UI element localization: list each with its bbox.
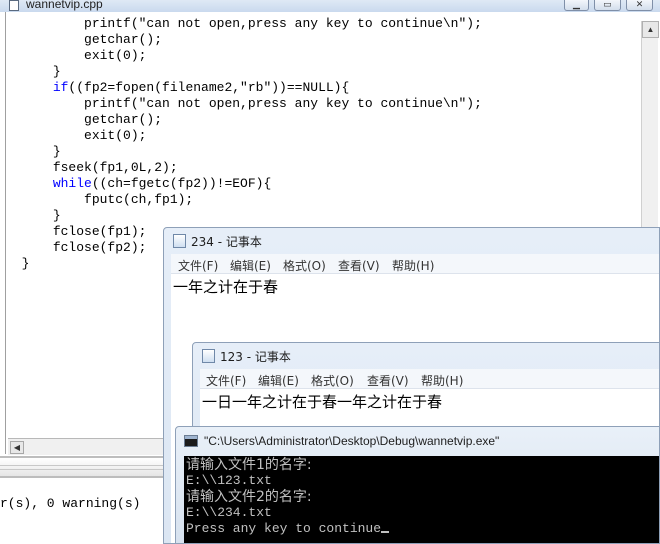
menu-help[interactable]: 帮助(H) <box>392 257 434 274</box>
notepad-123-titlebar[interactable]: 123 - 记事本 <box>193 343 659 369</box>
build-output-message: r(s), 0 warning(s) <box>0 496 141 511</box>
code-text: fclose(fp1); <box>52 224 147 239</box>
console-window[interactable]: "C:\Users\Administrator\Desktop\Debug\wa… <box>175 426 660 544</box>
close-button[interactable]: ✕ <box>626 0 653 11</box>
menu-file[interactable]: 文件(F) <box>206 372 246 389</box>
notepad-icon <box>173 234 186 248</box>
horizontal-scrollbar[interactable]: ◀ <box>8 438 168 455</box>
code-text: fseek(fp1,0L,2); <box>52 160 178 175</box>
notepad-234-content: 一年之计在于春 <box>173 278 279 296</box>
minimize-button[interactable]: ▁ <box>564 0 589 11</box>
menu-file[interactable]: 文件(F) <box>178 257 218 274</box>
notepad-234-title: 234 - 记事本 <box>191 235 262 249</box>
cpp-file-icon <box>9 0 19 11</box>
code-line: while((ch=fgetc(fp2))!=EOF){ <box>6 176 482 192</box>
code-line: printf("can not open,press any key to co… <box>6 16 482 32</box>
code-text: ((fp2=fopen(filename2,"rb"))==NULL){ <box>68 80 350 95</box>
notepad-123-menubar: 文件(F) 编辑(E) 格式(O) 查看(V) 帮助(H) <box>200 369 659 389</box>
code-keyword: if <box>52 80 69 95</box>
menu-format[interactable]: 格式(O) <box>311 372 354 389</box>
code-text: getchar(); <box>84 112 163 127</box>
build-output-pane: r(s), 0 warning(s) <box>0 478 170 544</box>
notepad-234-menubar: 文件(F) 编辑(E) 格式(O) 查看(V) 帮助(H) <box>171 254 659 274</box>
output-pane-splitter[interactable] <box>0 456 170 478</box>
notepad-123-title: 123 - 记事本 <box>220 350 291 364</box>
notepad-123-content: 一日一年之计在于春一年之计在于春 <box>202 393 443 411</box>
console-output: 请输入文件1的名字: E:\\123.txt 请输入文件2的名字: E:\\234.t… <box>186 457 390 537</box>
notepad-icon <box>202 349 215 363</box>
console-title: "C:\Users\Administrator\Desktop\Debug\wa… <box>204 434 500 448</box>
maximize-button[interactable]: ▭ <box>594 0 621 11</box>
console-line: Press any key to continue <box>186 521 390 537</box>
console-cursor <box>381 531 390 533</box>
menu-edit[interactable]: 编辑(E) <box>258 372 299 389</box>
code-text: } <box>52 208 61 223</box>
ide-title: wannetvip.cpp <box>26 0 103 11</box>
code-line: fputc(ch,fp1); <box>6 192 482 208</box>
code-line: fseek(fp1,0L,2); <box>6 160 482 176</box>
console-screen[interactable]: 请输入文件1的名字: E:\\123.txt 请输入文件2的名字: E:\\234.t… <box>184 456 659 543</box>
menu-format[interactable]: 格式(O) <box>283 257 326 274</box>
code-text: printf("can not open,press any key to co… <box>84 16 482 31</box>
code-text: printf("can not open,press any key to co… <box>84 96 482 111</box>
code-text: } <box>52 64 61 79</box>
menu-edit[interactable]: 编辑(E) <box>230 257 271 274</box>
code-text: } <box>52 144 61 159</box>
code-text: exit(0); <box>84 48 147 63</box>
code-text: exit(0); <box>84 128 147 143</box>
code-line: getchar(); <box>6 32 482 48</box>
code-text: } <box>21 256 30 271</box>
code-text: fclose(fp2); <box>52 240 147 255</box>
code-line: } <box>6 144 482 160</box>
menu-help[interactable]: 帮助(H) <box>421 372 463 389</box>
code-text: fputc(ch,fp1); <box>84 192 194 207</box>
code-line: printf("can not open,press any key to co… <box>6 96 482 112</box>
console-line: 请输入文件2的名字: <box>186 489 312 505</box>
scroll-up-arrow-icon[interactable]: ▲ <box>642 21 659 38</box>
code-text: getchar(); <box>84 32 163 47</box>
menu-view[interactable]: 查看(V) <box>367 372 409 389</box>
console-line: E:\\123.txt <box>186 473 272 488</box>
code-line: } <box>6 208 482 224</box>
code-line: exit(0); <box>6 48 482 64</box>
scroll-left-arrow-icon[interactable]: ◀ <box>10 441 24 454</box>
console-line: E:\\234.txt <box>186 505 272 520</box>
code-line: exit(0); <box>6 128 482 144</box>
code-line: } <box>6 64 482 80</box>
code-line: if((fp2=fopen(filename2,"rb"))==NULL){ <box>6 80 482 96</box>
code-keyword: while <box>52 176 92 191</box>
code-line: getchar(); <box>6 112 482 128</box>
console-line: 请输入文件1的名字: <box>186 457 312 473</box>
code-text: ((ch=fgetc(fp2))!=EOF){ <box>91 176 272 191</box>
ide-titlebar[interactable]: wannetvip.cpp ▁ ▭ ✕ <box>0 0 660 12</box>
menu-view[interactable]: 查看(V) <box>338 257 380 274</box>
console-icon <box>184 435 198 447</box>
notepad-234-titlebar[interactable]: 234 - 记事本 <box>164 228 659 254</box>
